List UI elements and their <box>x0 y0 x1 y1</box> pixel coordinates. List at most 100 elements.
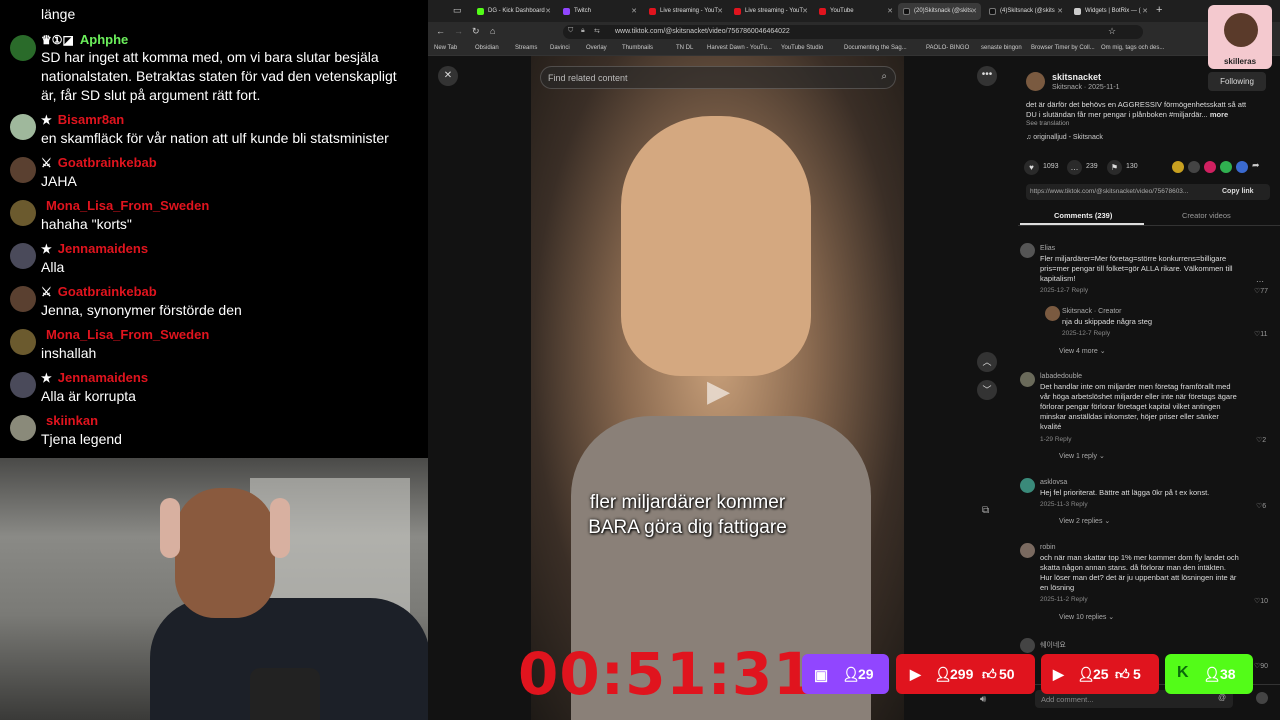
mention-icon[interactable]: @ <box>1218 693 1226 702</box>
view-more-replies[interactable]: View 4 more ⌄ <box>1059 347 1106 355</box>
view-more-replies[interactable]: View 10 replies ⌄ <box>1059 613 1114 621</box>
bookmark-item[interactable]: Streams <box>515 45 537 51</box>
browser-tab[interactable]: Live streaming - YouT ✕ <box>729 3 812 20</box>
comment-likes[interactable]: ♡90 <box>1254 662 1268 670</box>
previous-video-icon[interactable]: ︿ <box>977 352 997 372</box>
view-more-replies[interactable]: View 1 reply ⌄ <box>1059 452 1105 460</box>
comment-avatar[interactable] <box>1020 372 1035 387</box>
close-icon[interactable]: ✕ <box>545 7 551 15</box>
bookmark-item[interactable]: New Tab <box>434 45 457 51</box>
more-link[interactable]: more <box>1210 110 1228 119</box>
search-input[interactable]: Find related content <box>548 73 628 83</box>
copy-link-button[interactable]: Copy link <box>1222 188 1254 195</box>
author-avatar[interactable] <box>1026 72 1045 91</box>
comment-avatar[interactable] <box>1020 243 1035 258</box>
author-name[interactable]: skitsnacket <box>1052 72 1101 82</box>
volume-icon[interactable]: 🔊︎ <box>980 694 986 705</box>
close-icon[interactable]: ✕ <box>1057 7 1063 15</box>
comment-likes[interactable]: ♡6 <box>1256 502 1266 510</box>
browser-tab[interactable]: (4)Skitsnack (@skits ✕ <box>984 3 1067 20</box>
sound-link[interactable]: ♫ originalljud - Skitsnack <box>1026 134 1103 141</box>
reply-button[interactable]: Reply <box>1071 287 1088 294</box>
tab-list-icon[interactable]: ▭ <box>453 5 462 16</box>
comment-likes[interactable]: ♡10 <box>1254 597 1268 605</box>
new-tab-icon[interactable]: + <box>1156 4 1162 16</box>
play-icon[interactable]: ▶ <box>707 374 733 408</box>
reply-button[interactable]: Reply <box>1093 330 1110 337</box>
close-icon[interactable]: ✕ <box>887 7 893 15</box>
lock-icon[interactable]: 🔒︎ <box>581 27 585 35</box>
close-icon[interactable]: ✕ <box>631 7 637 15</box>
browser-tab[interactable]: Widgets | BotRix — (✕ <box>1069 3 1152 20</box>
heart-icon[interactable]: ♥ <box>1024 160 1039 175</box>
bookmark-item[interactable]: Documenting the Sag... <box>844 45 907 51</box>
reload-icon[interactable]: ↻ <box>472 26 480 37</box>
comment-avatar[interactable] <box>1020 478 1035 493</box>
video-link[interactable]: https://www.tiktok.com/@skitsnacket/vide… <box>1030 188 1220 195</box>
bookmark-icon[interactable]: ⚑ <box>1107 160 1122 175</box>
comment-avatar[interactable] <box>1045 306 1060 321</box>
back-icon[interactable]: ← <box>436 26 445 36</box>
bookmark-item[interactable]: Harvest Dawn - YouTu... <box>707 45 772 51</box>
close-icon[interactable]: ✕ <box>1142 7 1148 15</box>
following-button[interactable]: Following <box>1208 72 1266 91</box>
embed-icon[interactable] <box>1188 161 1200 173</box>
url-text[interactable]: www.tiktok.com/@skitsnacket/video/756786… <box>615 28 790 35</box>
comment-likes[interactable]: ♡2 <box>1256 436 1266 444</box>
tab-creator-videos[interactable]: Creator videos <box>1182 211 1231 220</box>
share-icon[interactable]: ➦ <box>1252 160 1260 171</box>
more-options-icon[interactable]: ••• <box>977 66 997 86</box>
comment-avatar[interactable] <box>1020 543 1035 558</box>
tiktok-video[interactable]: ▶ <box>531 56 904 720</box>
browser-tab-active[interactable]: (20)Skitsnack (@skits ✕ <box>898 3 981 20</box>
view-more-replies[interactable]: View 2 replies ⌄ <box>1059 517 1110 525</box>
browser-tab[interactable]: DG - Kick Dashboard ✕ <box>472 3 555 20</box>
bookmark-item[interactable]: Browser Timer by Coll... <box>1031 45 1095 51</box>
bookmark-item[interactable]: Obsidian <box>475 45 499 51</box>
next-video-icon[interactable]: ﹀ <box>977 380 997 400</box>
reply-button[interactable]: Reply <box>1055 436 1072 443</box>
close-icon[interactable]: ✕ <box>717 7 723 15</box>
comment-username[interactable]: Elias <box>1040 245 1055 252</box>
find-related-search[interactable]: Find related content ⌕ <box>540 66 896 89</box>
comment-icon[interactable]: … <box>1067 160 1082 175</box>
bookmark-item[interactable]: senaste bingon <box>981 45 1022 51</box>
facebook-icon[interactable] <box>1236 161 1248 173</box>
comment-username[interactable]: 쉐이네요 <box>1040 640 1066 650</box>
browser-tab[interactable]: YouTube ✕ <box>814 3 897 20</box>
whatsapp-icon[interactable] <box>1220 161 1232 173</box>
comment-likes[interactable]: ♡11 <box>1254 330 1268 338</box>
reply-button[interactable]: Reply <box>1071 596 1088 603</box>
permissions-icon[interactable]: ⇆ <box>594 27 600 35</box>
close-icon[interactable]: ✕ <box>438 66 458 86</box>
tab-comments[interactable]: Comments (239) <box>1054 211 1112 220</box>
comment-username[interactable]: labadedouble <box>1040 373 1082 380</box>
bookmark-item[interactable]: Om mig, tags och des... <box>1101 45 1164 51</box>
emoji-icon[interactable] <box>1256 692 1268 704</box>
comment-username[interactable]: Skitsnack · Creator <box>1062 308 1122 315</box>
see-translation-link[interactable]: See translation <box>1026 120 1069 127</box>
close-icon[interactable]: ✕ <box>802 7 808 15</box>
comment-username[interactable]: asklovsa <box>1040 479 1067 486</box>
comment-likes[interactable]: ♡77 <box>1254 287 1268 295</box>
more-options-icon[interactable]: ⋯ <box>1256 277 1264 286</box>
browser-tab[interactable]: Live streaming - YouT ✕ <box>644 3 727 20</box>
share-friends-icon[interactable] <box>1172 161 1184 173</box>
forward-icon[interactable]: → <box>454 26 463 36</box>
shield-icon[interactable]: ⛉ <box>568 27 573 35</box>
bookmark-item[interactable]: PAOLO- BINGO <box>926 45 969 51</box>
bookmark-item[interactable]: TN DL <box>676 45 693 51</box>
browser-tab[interactable]: Twitch ✕ <box>558 3 641 20</box>
comment-avatar[interactable] <box>1020 638 1035 653</box>
picture-in-picture-icon[interactable]: ⧉ <box>982 505 989 516</box>
bookmark-item[interactable]: YouTube Studio <box>781 45 823 51</box>
reply-button[interactable]: Reply <box>1071 501 1088 508</box>
comment-username[interactable]: robin <box>1040 544 1056 551</box>
bookmark-item[interactable]: Thumbnails <box>622 45 653 51</box>
bookmark-item[interactable]: Overlay <box>586 45 607 51</box>
bookmark-star-icon[interactable]: ☆ <box>1108 26 1116 37</box>
search-icon[interactable]: ⌕ <box>881 71 887 82</box>
bookmark-item[interactable]: Davinci <box>550 45 570 51</box>
close-icon[interactable]: ✕ <box>971 7 977 15</box>
home-icon[interactable]: ⌂ <box>490 26 495 36</box>
